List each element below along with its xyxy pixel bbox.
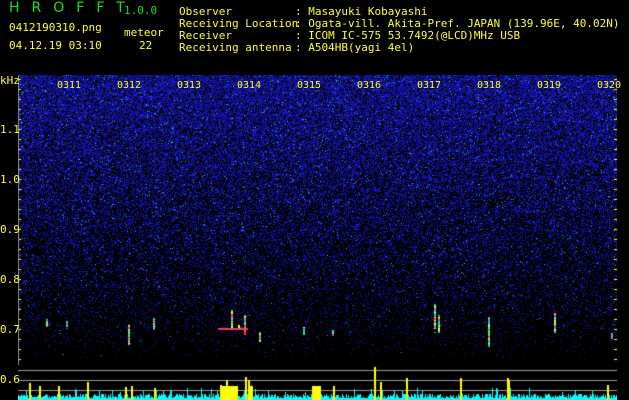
time-label: 0313 xyxy=(177,80,202,91)
y-tick-label: 0.9 xyxy=(0,223,20,236)
y-axis-unit: kHz xyxy=(0,74,20,87)
time-label: 0319 xyxy=(537,80,562,91)
time-label: 0314 xyxy=(237,80,262,91)
meteor-signal-graph xyxy=(18,360,617,400)
file-datetime: 04.12.19 03:10 xyxy=(9,39,102,52)
time-label: 0311 xyxy=(57,80,82,91)
y-tick-label: 0.8 xyxy=(0,273,20,286)
y-tick-label: 0.6 xyxy=(0,373,20,386)
y-tick-label: 1.0 xyxy=(0,173,20,186)
time-label: 0318 xyxy=(477,80,502,91)
time-label: 0312 xyxy=(117,80,142,91)
spectrogram xyxy=(18,75,617,365)
time-label: 0317 xyxy=(417,80,442,91)
info-value-antenna: : A504HB(yagi 4el) xyxy=(295,41,415,54)
app-title: HROFFT xyxy=(9,0,137,16)
time-label: 0315 xyxy=(297,80,322,91)
meteor-count: 22 xyxy=(139,39,153,52)
y-tick-label: 0.7 xyxy=(0,323,20,336)
app-version: 1.0.0 xyxy=(124,4,158,17)
file-name: 0412190310.png xyxy=(9,21,102,34)
meteor-label: meteor xyxy=(124,26,164,39)
time-label: 0316 xyxy=(357,80,382,91)
y-tick-label: 1.1 xyxy=(0,123,20,136)
info-label-antenna: Receiving antenna xyxy=(179,41,292,54)
antenna-value: A504HB(yagi 4el) xyxy=(308,41,415,54)
time-label: 0320 xyxy=(597,80,622,91)
